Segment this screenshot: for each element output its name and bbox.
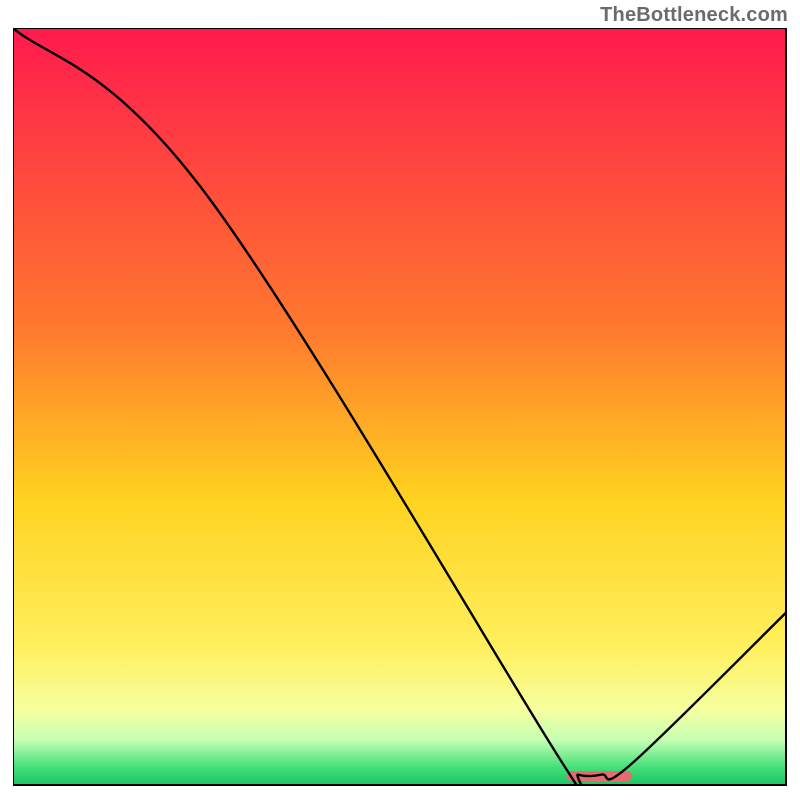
plot-area bbox=[13, 28, 787, 786]
watermark-label: TheBottleneck.com bbox=[600, 4, 788, 27]
chart-background bbox=[13, 28, 787, 786]
chart-svg bbox=[13, 28, 787, 786]
chart-stage: TheBottleneck.com bbox=[0, 0, 800, 800]
